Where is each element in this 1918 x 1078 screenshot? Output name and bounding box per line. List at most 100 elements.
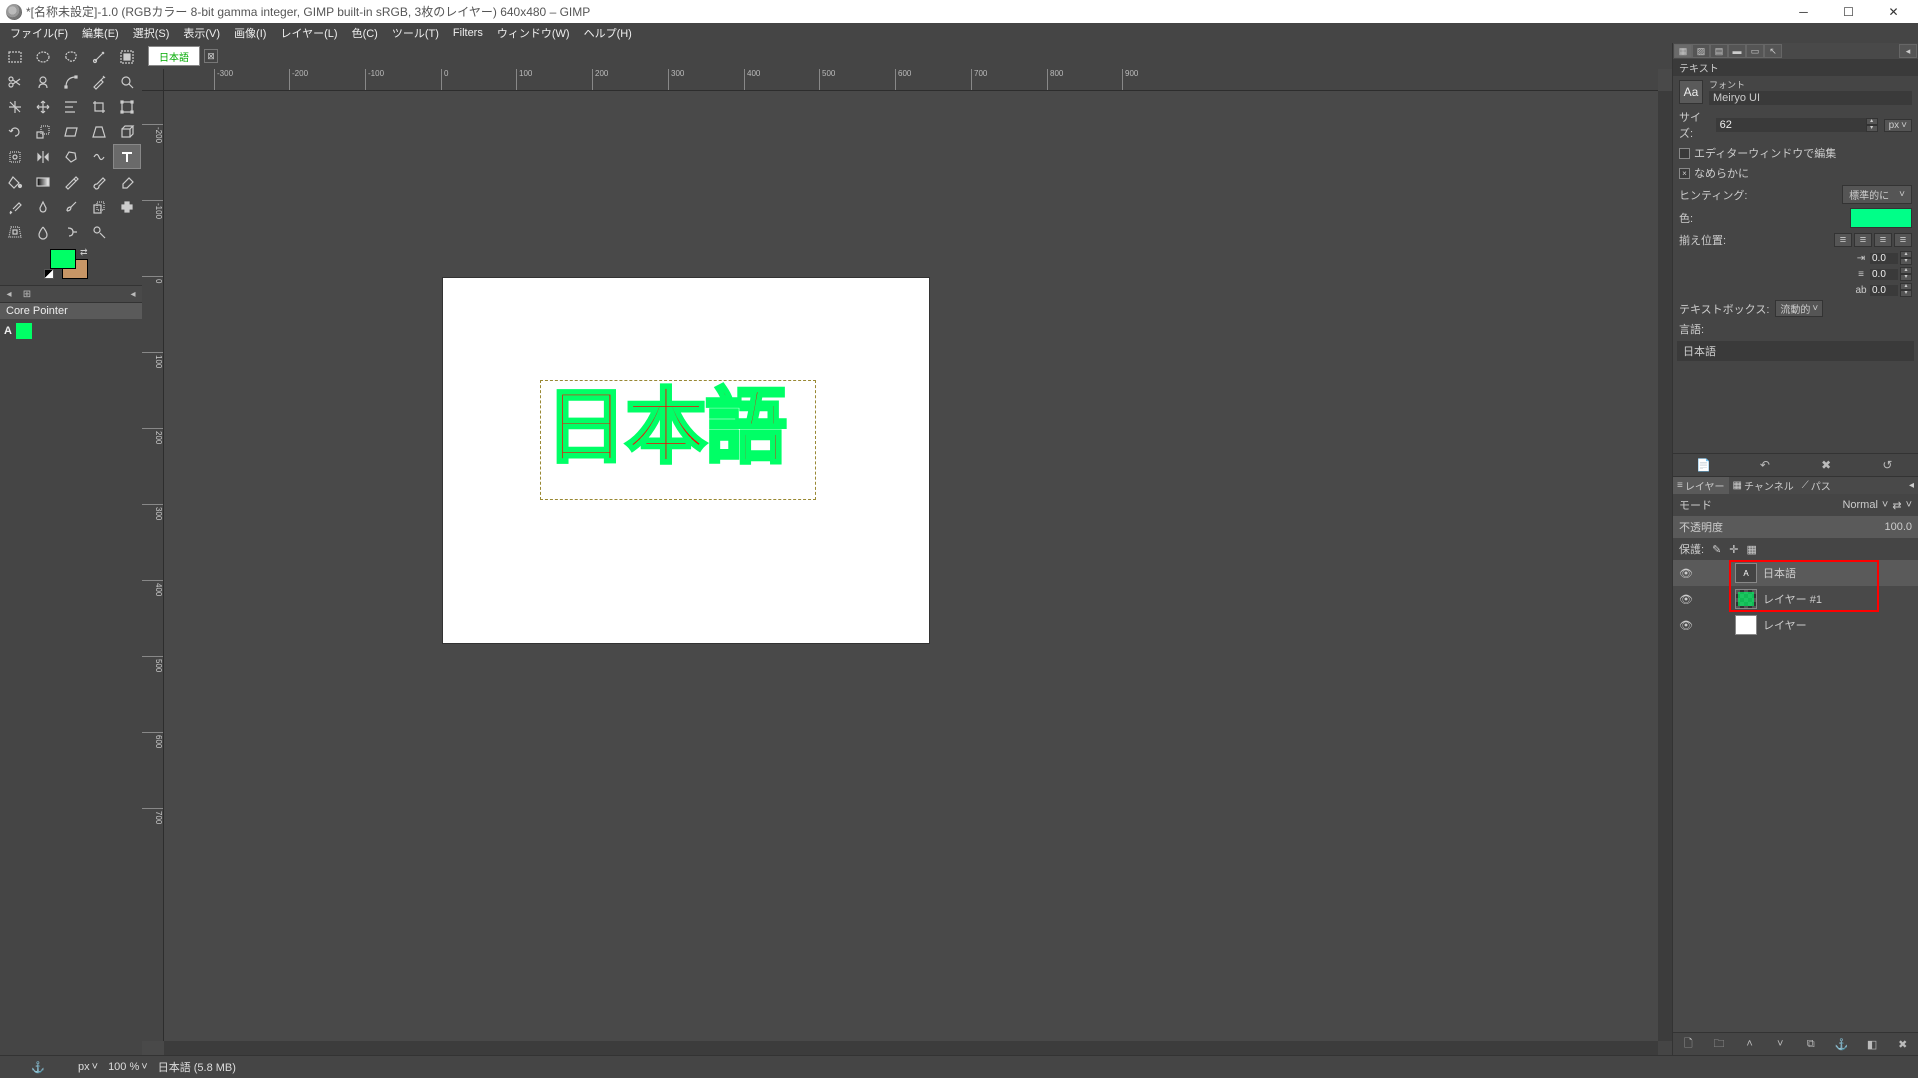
tool-options-delete-button[interactable]: ✖ bbox=[1796, 454, 1857, 476]
tool-eraser[interactable] bbox=[113, 169, 141, 194]
blend-mode-select[interactable]: Normal bbox=[1842, 499, 1877, 511]
layer-name-1[interactable]: レイヤー #1 bbox=[1763, 591, 1822, 607]
layer-row-0[interactable]: 👁 A 日本語 bbox=[1673, 560, 1918, 586]
layer-visibility-icon[interactable]: 👁 bbox=[1677, 564, 1695, 582]
dock-tab-pointer[interactable]: ↖ bbox=[1764, 44, 1782, 58]
tool-zoom[interactable] bbox=[113, 69, 141, 94]
menu-select[interactable]: 選択(S) bbox=[127, 23, 176, 43]
tool-ink[interactable] bbox=[29, 194, 57, 219]
minimize-button[interactable]: ─ bbox=[1781, 0, 1826, 23]
indent-input[interactable] bbox=[1870, 253, 1898, 264]
vertical-ruler[interactable]: -200 -100 0 100 200 300 400 500 600 700 bbox=[142, 91, 164, 1041]
layer-visibility-icon[interactable]: 👁 bbox=[1677, 590, 1695, 608]
tool-by-color-select[interactable] bbox=[113, 44, 141, 69]
tool-options-tab-icon[interactable]: ◂ bbox=[0, 286, 18, 302]
delete-layer-button[interactable]: ✖ bbox=[1887, 1033, 1918, 1055]
dock-tab-menu-icon[interactable]: ◂ bbox=[1899, 44, 1917, 58]
canvas-area[interactable]: 日本語 bbox=[164, 91, 1658, 1041]
tool-flip[interactable] bbox=[29, 144, 57, 169]
text-layer-bounds[interactable]: 日本語 bbox=[540, 380, 816, 500]
menu-layer[interactable]: レイヤー(L) bbox=[274, 23, 343, 43]
menu-tools[interactable]: ツール(T) bbox=[386, 23, 445, 43]
ruler-corner[interactable] bbox=[142, 69, 164, 91]
duplicate-layer-button[interactable]: ⧉ bbox=[1796, 1033, 1827, 1055]
tool-warp[interactable] bbox=[85, 144, 113, 169]
layer-thumb-text[interactable]: A bbox=[1735, 563, 1757, 583]
tool-foreground-select[interactable] bbox=[29, 69, 57, 94]
menu-filters[interactable]: Filters bbox=[447, 25, 489, 41]
swap-colors-icon[interactable]: ⇄ bbox=[80, 247, 88, 258]
layer-down-button[interactable]: ˅ bbox=[1765, 1033, 1796, 1055]
use-editor-checkbox[interactable] bbox=[1679, 148, 1690, 159]
justify-left-button[interactable]: ≡ bbox=[1834, 233, 1852, 247]
layer-thumb-white[interactable] bbox=[1735, 615, 1757, 635]
hinting-select[interactable]: 標準的に˅ bbox=[1842, 185, 1912, 204]
indent-spinner[interactable]: ▴▾ bbox=[1900, 251, 1912, 265]
vertical-scrollbar[interactable] bbox=[1658, 91, 1672, 1041]
tool-3d-transform[interactable] bbox=[113, 119, 141, 144]
navigation-corner-icon[interactable] bbox=[1658, 1041, 1672, 1055]
tool-cage[interactable] bbox=[57, 144, 85, 169]
status-zoom-select[interactable]: 100 %˅ bbox=[108, 1061, 148, 1073]
tool-bucket-fill[interactable] bbox=[1, 169, 29, 194]
mask-button[interactable]: ◧ bbox=[1857, 1033, 1888, 1055]
document-tab[interactable]: 日本語 bbox=[148, 46, 200, 66]
tool-unified-transform[interactable] bbox=[113, 94, 141, 119]
line-spacing-input[interactable] bbox=[1870, 269, 1898, 280]
new-layer-button[interactable]: 🗋 bbox=[1673, 1033, 1704, 1055]
language-input[interactable]: 日本語 bbox=[1677, 341, 1914, 361]
reset-colors-icon[interactable] bbox=[44, 269, 54, 279]
tool-text[interactable] bbox=[113, 144, 141, 169]
lock-pixels-icon[interactable]: ✎ bbox=[1712, 543, 1721, 556]
tool-align[interactable] bbox=[57, 94, 85, 119]
text-color-swatch[interactable] bbox=[1850, 208, 1912, 228]
tool-crop[interactable] bbox=[85, 94, 113, 119]
tool-color-picker[interactable] bbox=[85, 69, 113, 94]
tool-rect-select[interactable] bbox=[1, 44, 29, 69]
tool-smudge[interactable] bbox=[57, 219, 85, 244]
tool-move[interactable] bbox=[29, 94, 57, 119]
line-spacing-spinner[interactable]: ▴▾ bbox=[1900, 267, 1912, 281]
dock-tab-patterns[interactable]: ▤ bbox=[1710, 44, 1728, 58]
font-icon[interactable]: Aa bbox=[1679, 80, 1703, 104]
layer-name-2[interactable]: レイヤー bbox=[1763, 617, 1807, 633]
canvas-text[interactable]: 日本語 bbox=[541, 381, 815, 469]
antialias-checkbox[interactable]: × bbox=[1679, 168, 1690, 179]
dock-tab-fonts[interactable]: ▬ bbox=[1728, 44, 1746, 58]
tool-airbrush[interactable] bbox=[1, 194, 29, 219]
menu-image[interactable]: 画像(I) bbox=[228, 23, 272, 43]
close-button[interactable]: ✕ bbox=[1871, 0, 1916, 23]
tool-mypaint-brush[interactable] bbox=[57, 194, 85, 219]
tool-options-restore-button[interactable]: ↶ bbox=[1734, 454, 1795, 476]
size-spinner[interactable]: ▴▾ bbox=[1866, 118, 1878, 132]
tool-blur[interactable] bbox=[29, 219, 57, 244]
menu-edit[interactable]: 編集(E) bbox=[76, 23, 125, 43]
textbox-select[interactable]: 流動的˅ bbox=[1775, 300, 1823, 317]
tool-perspective[interactable] bbox=[85, 119, 113, 144]
letter-spacing-spinner[interactable]: ▴▾ bbox=[1900, 283, 1912, 297]
menu-file[interactable]: ファイル(F) bbox=[4, 23, 74, 43]
tool-ellipse-select[interactable] bbox=[29, 44, 57, 69]
tool-rotate[interactable] bbox=[1, 119, 29, 144]
font-name-field[interactable]: Meiryo UI bbox=[1709, 91, 1912, 105]
tool-dodge[interactable] bbox=[85, 219, 113, 244]
menu-help[interactable]: ヘルプ(H) bbox=[578, 23, 638, 43]
device-status-tab-icon[interactable]: ⊞ bbox=[18, 286, 36, 302]
layer-thumb-alpha[interactable] bbox=[1735, 589, 1757, 609]
merge-down-button[interactable]: ⚓ bbox=[1826, 1033, 1857, 1055]
tool-scale[interactable] bbox=[29, 119, 57, 144]
horizontal-scrollbar[interactable] bbox=[164, 1041, 1658, 1055]
tool-heal[interactable] bbox=[113, 194, 141, 219]
menu-view[interactable]: 表示(V) bbox=[177, 23, 226, 43]
letter-spacing-input[interactable] bbox=[1870, 285, 1898, 296]
canvas[interactable]: 日本語 bbox=[443, 278, 929, 643]
horizontal-ruler[interactable]: -300 -200 -100 0 100 200 300 400 500 600… bbox=[164, 69, 1658, 91]
status-unit-select[interactable]: px˅ bbox=[78, 1061, 98, 1073]
tab-menu-icon[interactable]: ◂ bbox=[124, 286, 142, 302]
tool-perspective-clone[interactable] bbox=[1, 219, 29, 244]
layer-visibility-icon[interactable]: 👁 bbox=[1677, 616, 1695, 634]
layer-up-button[interactable]: ˄ bbox=[1734, 1033, 1765, 1055]
dock-tab-brushes[interactable]: ▨ bbox=[1692, 44, 1710, 58]
tool-gradient[interactable] bbox=[29, 169, 57, 194]
new-group-button[interactable]: 🗀 bbox=[1704, 1033, 1735, 1055]
